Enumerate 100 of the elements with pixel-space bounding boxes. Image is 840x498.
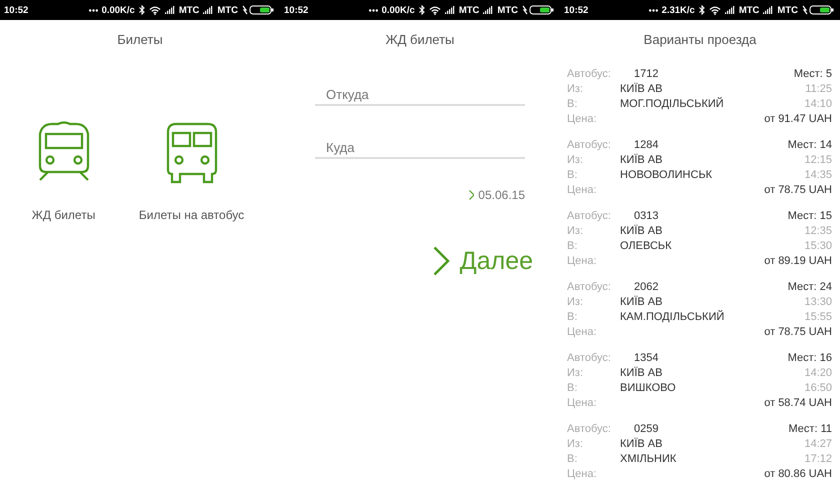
ticket-option[interactable]: Билеты на автобус: [138, 120, 244, 222]
bluetooth-icon: [418, 5, 425, 15]
field-label: Цена:: [567, 468, 598, 480]
seats-text: Мест: 5: [794, 68, 832, 80]
option-label: ЖД билеты: [32, 208, 96, 222]
carrier-name: МТС: [497, 4, 518, 16]
network-speed: 2.31K/c: [662, 4, 695, 16]
battery-charging-icon: [242, 5, 274, 15]
field-label: Автобус:: [567, 68, 612, 80]
bus-number: 0313: [633, 210, 660, 222]
dots-icon: [368, 8, 378, 12]
screen-title: ЖД билеты: [386, 32, 454, 46]
field-label: Цена:: [567, 254, 598, 266]
chevron-icon: [433, 246, 450, 276]
origin-text: КИЇВ АВ: [620, 224, 664, 236]
field-label: В:: [567, 452, 578, 464]
seats-text: Мест: 11: [788, 422, 832, 434]
destination-text: МОГ.ПОДІЛЬСЬКИЙ: [620, 98, 725, 110]
field-label: Из:: [567, 366, 584, 378]
price-text: от 78.75 UAH: [764, 184, 832, 196]
field-label: В:: [567, 382, 578, 394]
carrier-name: МТС: [458, 4, 480, 16]
field-label: Цена:: [567, 184, 598, 196]
clock-text: 10:52: [564, 4, 588, 16]
date-text[interactable]: 05.06.15: [478, 188, 525, 202]
wifi-icon: [708, 6, 721, 14]
input-field[interactable]: Откуда: [315, 84, 525, 106]
option-label: Билеты на автобус: [138, 208, 244, 222]
origin-text: КИЇВ АВ: [620, 154, 664, 166]
departure-time: 11:25: [805, 82, 832, 94]
field-label: Автобус:: [567, 422, 612, 434]
network-speed: 0.00K/c: [102, 4, 135, 16]
carrier-name: МТС: [217, 4, 238, 16]
dots-icon: [88, 8, 98, 12]
dots-icon: [648, 8, 658, 12]
origin-text: КИЇВ АВ: [620, 366, 664, 378]
field-label: Автобус:: [567, 210, 612, 222]
carrier-name: МТС: [738, 4, 760, 16]
field-label: В:: [567, 98, 578, 110]
bluetooth-icon: [138, 5, 145, 15]
signal-icon: [164, 6, 175, 14]
field-label: В:: [567, 168, 578, 180]
input-field[interactable]: Куда: [315, 137, 525, 159]
signal-icon: [203, 6, 214, 14]
arrival-time: 16:50: [804, 382, 832, 394]
signal-icon: [763, 6, 774, 14]
origin-text: КИЇВ АВ: [620, 438, 664, 450]
departure-time: 12:15: [804, 154, 832, 166]
ticket-option[interactable]: ЖД билеты: [32, 120, 96, 222]
departure-time: 13:30: [804, 296, 832, 308]
price-text: от 91.47 UAH: [764, 112, 832, 124]
wifi-icon: [428, 6, 441, 14]
arrival-time: 17:12: [804, 452, 832, 464]
origin-text: КИЇВ АВ: [620, 296, 664, 308]
field-label: В:: [567, 240, 578, 252]
field-label: Автобус:: [567, 352, 612, 364]
bus-number: 1712: [633, 68, 660, 80]
signal-icon: [724, 6, 735, 14]
price-text: от 80.86 UAH: [764, 468, 832, 480]
clock-text: 10:52: [4, 4, 28, 16]
wifi-icon: [148, 6, 161, 14]
destination-text: ХМІЛЬНИК: [620, 452, 678, 464]
field-label: Автобус:: [567, 138, 612, 150]
battery-charging-icon: [522, 5, 554, 15]
field-label: Из:: [567, 438, 584, 450]
field-label: Автобус:: [567, 280, 612, 292]
bus-number: 1354: [633, 352, 660, 364]
departure-time: 14:27: [804, 438, 832, 450]
chevron-icon: [468, 190, 474, 200]
battery-charging-icon: [802, 5, 834, 15]
field-label: Из:: [567, 296, 584, 308]
field-label: В:: [567, 310, 578, 322]
network-speed: 0.00K/c: [382, 4, 415, 16]
price-text: от 89.19 UAH: [764, 254, 832, 266]
carrier-name: МТС: [777, 4, 798, 16]
origin-text: КИЇВ АВ: [620, 82, 664, 94]
signal-icon: [483, 6, 494, 14]
carrier-name: МТС: [178, 4, 200, 16]
destination-text: ВИШКОВО: [620, 382, 677, 394]
bluetooth-icon: [698, 5, 705, 15]
arrival-time: 14:10: [804, 98, 832, 110]
field-label: Из:: [567, 82, 584, 94]
field-label: Цена:: [567, 326, 598, 338]
screen-title: Билеты: [117, 32, 163, 46]
screen-title: Варианты проезда: [644, 32, 756, 46]
field-label: Цена:: [567, 396, 598, 408]
destination-text: КАМ.ПОДІЛЬСЬКИЙ: [620, 310, 726, 322]
seats-text: Мест: 14: [788, 138, 832, 150]
arrival-time: 15:55: [804, 310, 832, 322]
clock-text: 10:52: [284, 4, 308, 16]
departure-time: 12:35: [804, 224, 832, 236]
destination-text: НОВОВОЛИНСЬК: [620, 168, 714, 180]
seats-text: Мест: 16: [788, 352, 832, 364]
bus-number: 2062: [633, 280, 660, 292]
field-label: Из:: [567, 154, 584, 166]
departure-time: 14:20: [804, 366, 832, 378]
seats-text: Мест: 15: [788, 210, 832, 222]
arrival-time: 14:35: [804, 168, 832, 180]
seats-text: Мест: 24: [788, 280, 832, 292]
field-label: Из:: [567, 224, 584, 236]
